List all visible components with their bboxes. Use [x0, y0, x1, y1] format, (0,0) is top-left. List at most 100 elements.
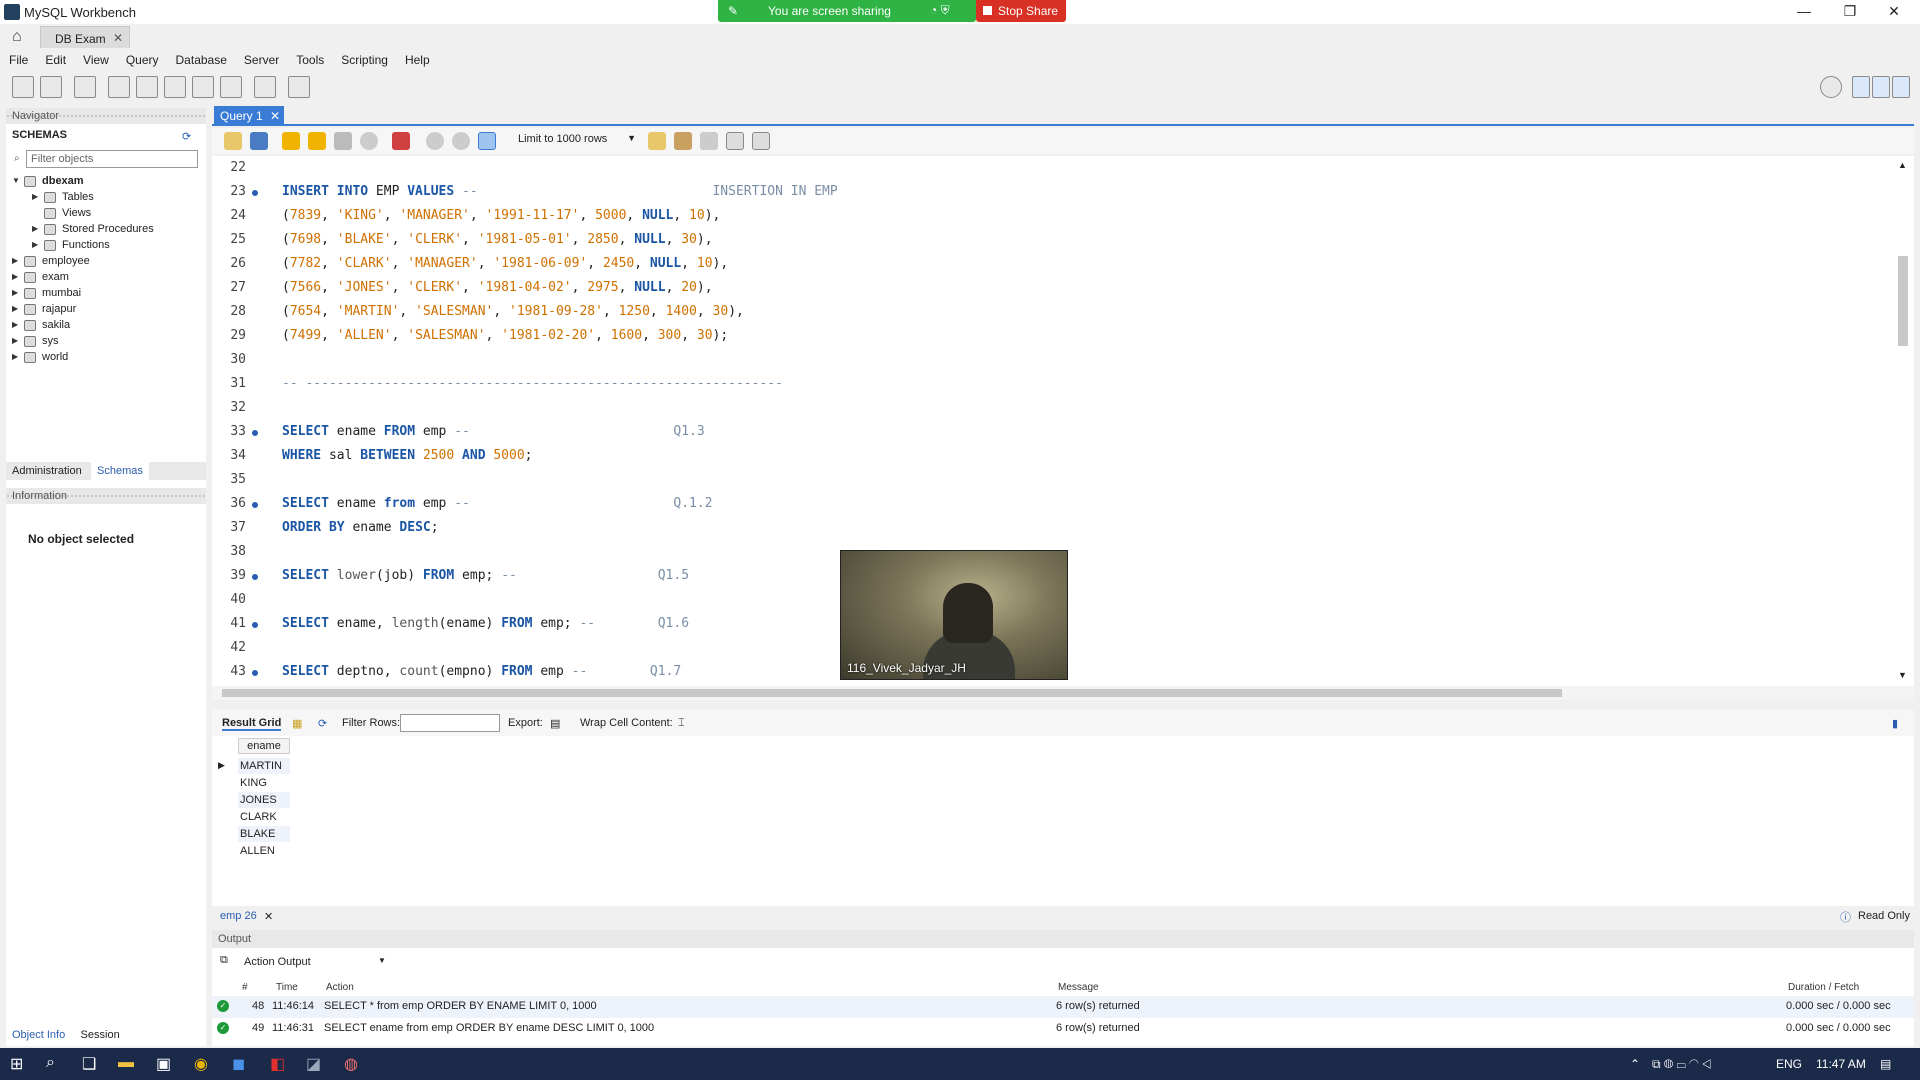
code-line[interactable]: (7566, 'JONES', 'CLERK', '1981-04-02', 2… [282, 280, 713, 295]
chevron-right-icon[interactable]: ▶ [32, 192, 38, 201]
toggle-output-icon[interactable] [1872, 76, 1890, 98]
invisible-chars-icon[interactable] [726, 132, 744, 150]
code-line[interactable]: SELECT ename from emp -- Q.1.2 [282, 496, 713, 511]
create-schema-icon[interactable] [108, 76, 130, 98]
toggle-sidebar-icon[interactable] [1852, 76, 1870, 98]
chevron-right-icon[interactable]: ▶ [12, 256, 18, 265]
export-icon[interactable]: ▤ [550, 717, 560, 730]
chevron-right-icon[interactable]: ▶ [12, 288, 18, 297]
autocommit-icon[interactable] [478, 132, 496, 150]
code-line[interactable]: (7698, 'BLAKE', 'CLERK', '1981-05-01', 2… [282, 232, 713, 247]
chevron-right-icon[interactable]: ▶ [12, 320, 18, 329]
menu-help[interactable]: Help [405, 53, 430, 67]
restore-button[interactable]: ❐ [1840, 3, 1860, 21]
tray-chevron-icon[interactable]: ⌃ [1630, 1057, 1640, 1071]
table-row[interactable]: BLAKE [238, 826, 290, 842]
create-procedure-icon[interactable] [192, 76, 214, 98]
menu-database[interactable]: Database [176, 53, 227, 67]
chevron-right-icon[interactable]: ▶ [32, 240, 38, 249]
mysql-workbench-taskbar-icon[interactable]: ◪ [306, 1054, 321, 1074]
open-sql-script-icon[interactable] [40, 76, 62, 98]
code-line[interactable]: WHERE sal BETWEEN 2500 AND 5000; [282, 448, 533, 463]
menu-server[interactable]: Server [244, 53, 279, 67]
create-view-icon[interactable] [164, 76, 186, 98]
save-icon[interactable] [250, 132, 268, 150]
toggle-error-icon[interactable] [392, 132, 410, 150]
toggle-secondary-sidebar-icon[interactable] [1892, 76, 1910, 98]
menu-scripting[interactable]: Scripting [341, 53, 388, 67]
pin-icon[interactable]: ✎ [728, 4, 738, 18]
search-icon[interactable]: ⌕ [46, 1054, 55, 1072]
result-grid-tab[interactable]: Result Grid [222, 717, 282, 731]
stop-query-icon[interactable] [360, 132, 378, 150]
editor-horizontal-scrollbar[interactable] [212, 686, 1914, 700]
wrap-lines-icon[interactable] [752, 132, 770, 150]
chevron-right-icon[interactable]: ▶ [12, 304, 18, 313]
tray-icons[interactable]: ⧉ ◍ ▭ ◠ ◁ [1652, 1057, 1712, 1072]
table-row[interactable]: ALLEN [238, 843, 290, 859]
chevron-right-icon[interactable]: ▶ [12, 272, 18, 281]
table-row[interactable]: CLARK [238, 809, 290, 825]
refresh-icon[interactable]: ⟳ [318, 717, 327, 730]
bookmark-icon[interactable] [648, 132, 666, 150]
sharing-status-icons[interactable]: ◔ ⛨ [930, 3, 950, 18]
action-output-select[interactable]: Action Output [244, 956, 311, 968]
chevron-right-icon[interactable]: ▶ [12, 352, 18, 361]
table-row[interactable]: JONES [238, 792, 290, 808]
code-line[interactable]: SELECT ename FROM emp -- Q1.3 [282, 424, 705, 439]
output-row[interactable]: ✓ 49 11:46:31 SELECT ename from emp ORDER B… [212, 1018, 1914, 1040]
inspector-icon[interactable] [74, 76, 96, 98]
new-sql-tab-icon[interactable] [12, 76, 34, 98]
result-side-panel-icon[interactable]: ▮ [1892, 717, 1898, 730]
execute-current-icon[interactable] [308, 132, 326, 150]
query-tab[interactable]: Query 1 ✕ [214, 106, 284, 126]
filter-rows-input[interactable] [400, 714, 500, 732]
chevron-right-icon[interactable]: ▶ [12, 336, 18, 345]
rollback-icon[interactable] [452, 132, 470, 150]
close-button[interactable]: ✕ [1884, 3, 1904, 21]
menu-edit[interactable]: Edit [45, 53, 66, 67]
create-table-icon[interactable] [136, 76, 158, 98]
settings-icon[interactable] [1820, 76, 1842, 98]
hscroll-thumb[interactable] [222, 689, 1562, 697]
menu-tools[interactable]: Tools [296, 53, 324, 67]
file-explorer-icon[interactable]: ▬ [118, 1054, 134, 1072]
tab-administration[interactable]: Administration [6, 462, 88, 480]
video-overlay[interactable]: 116_Vivek_Jadyar_JH [840, 550, 1068, 680]
minimize-button[interactable]: — [1794, 3, 1814, 21]
reconnect-icon[interactable] [288, 76, 310, 98]
search-table-data-icon[interactable] [254, 76, 276, 98]
beautify-icon[interactable] [674, 132, 692, 150]
menu-file[interactable]: File [9, 53, 28, 67]
code-line[interactable]: SELECT ename, length(ename) FROM emp; --… [282, 616, 689, 631]
language-indicator[interactable]: ENG [1776, 1057, 1802, 1071]
scroll-down-icon[interactable]: ▼ [1898, 670, 1907, 680]
refresh-schemas-icon[interactable]: ⟳ [182, 130, 191, 143]
menu-view[interactable]: View [83, 53, 109, 67]
result-tab-label[interactable]: emp 26 [220, 910, 257, 922]
code-line[interactable]: (7654, 'MARTIN', 'SALESMAN', '1981-09-28… [282, 304, 744, 319]
close-query-tab-icon[interactable]: ✕ [270, 109, 280, 123]
result-grid[interactable]: ename ▶ MARTIN KING JONES CLARK BLAKE ALLEN [212, 736, 1914, 906]
code-line[interactable]: (7782, 'CLARK', 'MANAGER', '1981-06-09',… [282, 256, 728, 271]
code-line[interactable]: (7499, 'ALLEN', 'SALESMAN', '1981-02-20'… [282, 328, 728, 343]
scroll-up-icon[interactable]: ▲ [1898, 160, 1907, 170]
close-tab-icon[interactable]: ✕ [113, 31, 123, 45]
notifications-icon[interactable]: ▤ [1880, 1057, 1891, 1071]
store-icon[interactable]: ▣ [156, 1054, 171, 1074]
chevron-down-icon[interactable]: ▼ [12, 176, 20, 185]
column-header-ename[interactable]: ename [238, 738, 290, 754]
output-row[interactable]: ✓ 48 11:46:14 SELECT * from emp ORDER BY EN… [212, 996, 1914, 1018]
menu-query[interactable]: Query [126, 53, 159, 67]
filter-objects-input[interactable]: Filter objects [26, 150, 198, 168]
zoom-icon[interactable]: ◼ [232, 1054, 245, 1074]
clock[interactable]: 11:47 AM [1816, 1057, 1866, 1071]
tab-object-info[interactable]: Object Info [6, 1026, 71, 1044]
copy-icon[interactable]: ⧉ [220, 954, 228, 967]
code-line[interactable]: SELECT lower(job) FROM emp; -- Q1.5 [282, 568, 689, 583]
windows-start-icon[interactable]: ⊞ [10, 1054, 23, 1074]
stop-share-button[interactable]: Stop Share [976, 0, 1066, 22]
commit-icon[interactable] [426, 132, 444, 150]
code-line[interactable]: SELECT deptno, count(empno) FROM emp -- … [282, 664, 681, 679]
explain-icon[interactable] [334, 132, 352, 150]
